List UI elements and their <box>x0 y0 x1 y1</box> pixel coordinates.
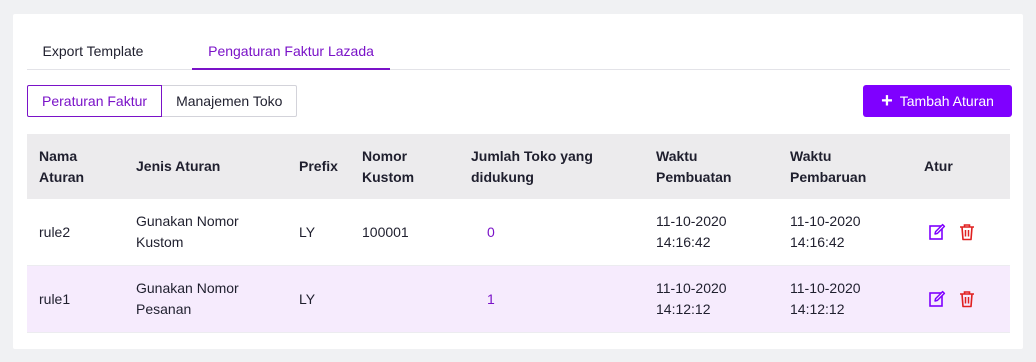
cell-actions <box>912 223 1010 241</box>
trash-icon[interactable] <box>958 223 976 241</box>
cell-prefix: LY <box>299 223 316 240</box>
cell-type: Gunakan Nomor Pesanan <box>136 280 239 317</box>
tab-pengaturan-faktur-lazada[interactable]: Pengaturan Faktur Lazada <box>192 36 390 70</box>
cell-created: 11-10-2020 14:16:42 <box>656 213 727 250</box>
cell-prefix: LY <box>299 290 316 307</box>
subtab-group: Peraturan Faktur Manajemen Toko <box>27 85 298 117</box>
cell-updated: 11-10-2020 14:16:42 <box>790 213 861 250</box>
add-rule-label: Tambah Aturan <box>899 93 994 109</box>
col-header-prefix: Prefix <box>299 158 338 174</box>
edit-icon[interactable] <box>928 223 946 241</box>
content-card: Export Template Pengaturan Faktur Lazada… <box>13 14 1023 349</box>
cell-name: rule2 <box>39 223 71 240</box>
tab-export-template[interactable]: Export Template <box>27 36 159 68</box>
trash-icon[interactable] <box>958 290 976 308</box>
cell-type: Gunakan Nomor Kustom <box>136 213 239 250</box>
col-header-nama-aturan: Nama Aturan <box>39 147 85 185</box>
col-header-jumlah-toko: Jumlah Toko yang didukung <box>471 147 593 185</box>
table-row: rule2 Gunakan Nomor Kustom LY 100001 0 11… <box>27 199 1010 266</box>
cell-store-count-link[interactable]: 0 <box>459 222 644 243</box>
cell-name: rule1 <box>39 290 71 307</box>
cell-store-count-link[interactable]: 1 <box>459 289 644 310</box>
table-row: rule1 Gunakan Nomor Pesanan LY 1 11-10-20… <box>27 266 1010 333</box>
col-header-nomor-kustom: Nomor Kustom <box>362 147 415 185</box>
top-tabs: Export Template Pengaturan Faktur Lazada <box>27 36 1010 70</box>
cell-actions <box>912 290 1010 308</box>
edit-icon[interactable] <box>928 290 946 308</box>
col-header-waktu-pembuatan: Waktu Pembuatan <box>656 147 732 185</box>
subtab-peraturan-faktur[interactable]: Peraturan Faktur <box>27 85 163 117</box>
subtab-manajemen-toko[interactable]: Manajemen Toko <box>162 85 298 117</box>
table-header: Nama Aturan Jenis Aturan Prefix Nomor Kust… <box>27 134 1010 199</box>
col-header-waktu-pembaruan: Waktu Pembaruan <box>790 147 867 185</box>
rules-table: Nama Aturan Jenis Aturan Prefix Nomor Kust… <box>27 134 1010 333</box>
col-header-jenis-aturan: Jenis Aturan <box>136 158 221 174</box>
plus-icon: + <box>881 90 893 112</box>
cell-created: 11-10-2020 14:12:12 <box>656 280 727 317</box>
cell-updated: 11-10-2020 14:12:12 <box>790 280 861 317</box>
cell-custom-number: 100001 <box>362 223 409 240</box>
col-header-atur: Atur <box>924 158 953 174</box>
add-rule-button[interactable]: + Tambah Aturan <box>863 85 1012 117</box>
